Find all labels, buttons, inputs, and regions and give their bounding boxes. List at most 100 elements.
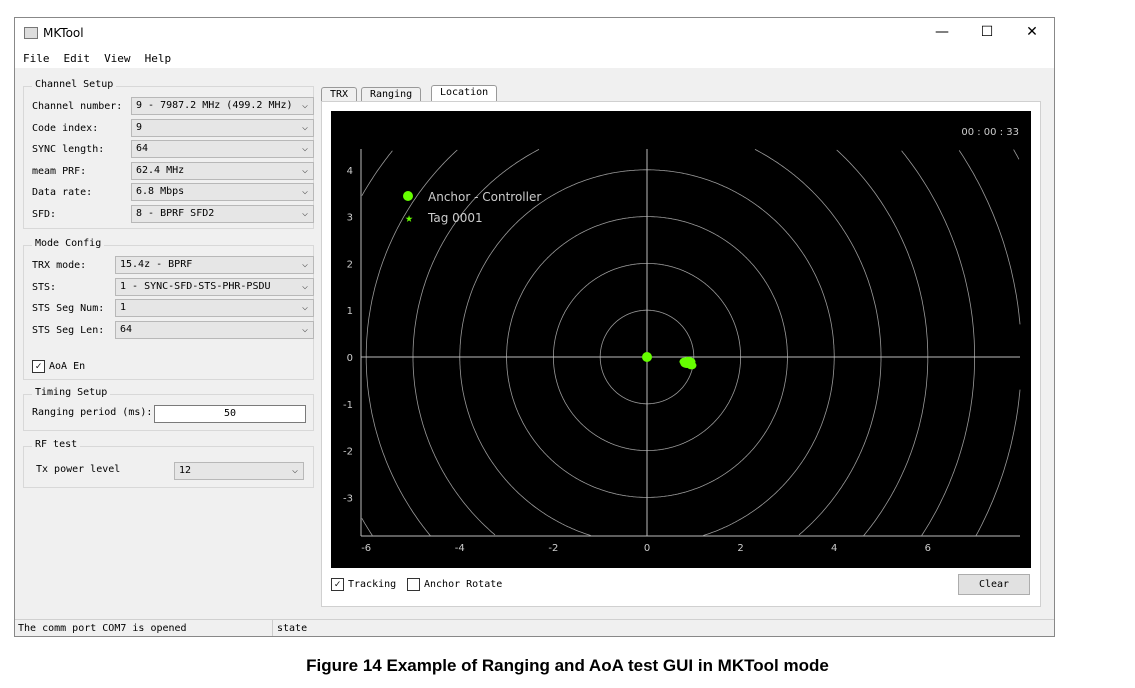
menu-view[interactable]: View xyxy=(104,52,131,65)
range-ring xyxy=(975,389,1021,536)
y-tick-label: 4 xyxy=(347,166,353,177)
menu-file[interactable]: File xyxy=(23,52,50,65)
menu-bar: File Edit View Help xyxy=(15,48,1054,68)
title-bar: MKTool — ☐ ✕ xyxy=(15,18,1054,48)
chevron-down-icon: ⌵ xyxy=(301,143,308,155)
app-window: MKTool — ☐ ✕ File Edit View Help Channel… xyxy=(14,17,1055,637)
menu-help[interactable]: Help xyxy=(145,52,172,65)
tx-power-value: 12 xyxy=(179,465,192,476)
elapsed-timer: 00 : 00 : 33 xyxy=(961,127,1019,138)
chevron-down-icon: ⌵ xyxy=(301,164,308,176)
range-ring xyxy=(361,150,393,196)
maximize-button[interactable]: ☐ xyxy=(972,24,1002,40)
channel-field-label: SFD: xyxy=(32,209,57,220)
tab-trx[interactable]: TRX xyxy=(321,87,358,102)
range-ring xyxy=(412,149,540,536)
channel-field-select[interactable]: 9 ⌵ xyxy=(131,118,314,137)
legend-anchor-icon xyxy=(403,191,413,201)
range-ring xyxy=(958,150,1021,325)
mode-field-label: STS: xyxy=(32,281,57,293)
chevron-down-icon: ⌵ xyxy=(301,259,308,270)
checkbox-icon xyxy=(407,577,420,591)
range-ring xyxy=(365,149,458,536)
x-tick-label: 0 xyxy=(644,543,650,554)
channel-field-select[interactable]: 9 - 7987.2 MHz (499.2 MHz) ⌵ xyxy=(131,97,314,115)
aoa-enable-checkbox[interactable]: ✓ AoA En xyxy=(32,357,85,376)
x-tick-label: -2 xyxy=(548,543,558,554)
anchor-rotate-checkbox[interactable]: Anchor Rotate xyxy=(407,575,502,594)
select-value: 6.8 Mbps xyxy=(136,186,185,198)
select-value: 64 xyxy=(120,323,133,335)
tag-point xyxy=(685,357,696,366)
select-value: 62.4 MHz xyxy=(136,164,185,176)
anchor-rotate-label: Anchor Rotate xyxy=(424,579,503,590)
group-title: Mode Config xyxy=(32,238,105,249)
channel-field-label: Code index: xyxy=(32,122,99,134)
mode-field-select[interactable]: 1 - SYNC-SFD-STS-PHR-PSDU ⌵ xyxy=(115,277,314,296)
chevron-down-icon: ⌵ xyxy=(301,323,308,335)
tracking-checkbox[interactable]: ✓ Tracking xyxy=(331,575,396,594)
minimize-button[interactable]: — xyxy=(927,24,957,40)
range-ring xyxy=(754,149,882,357)
channel-field-select[interactable]: 6.8 Mbps ⌵ xyxy=(131,183,314,202)
chevron-down-icon: ⌵ xyxy=(291,465,298,476)
range-ring xyxy=(921,357,975,536)
mode-field-select[interactable]: 15.4z - BPRF ⌵ xyxy=(115,256,314,274)
x-tick-label: -6 xyxy=(361,543,371,554)
checkbox-icon: ✓ xyxy=(331,577,344,591)
y-tick-label: 1 xyxy=(347,306,353,317)
y-tick-label: -2 xyxy=(343,447,353,458)
channel-field-select[interactable]: 8 - BPRF SFD2 ⌵ xyxy=(131,205,314,223)
tab-ranging[interactable]: Ranging xyxy=(361,87,422,102)
group-title: Channel Setup xyxy=(32,79,117,90)
y-tick-label: -1 xyxy=(343,400,353,411)
mode-field-label: STS Seg Len: xyxy=(32,324,105,336)
clear-button[interactable]: Clear xyxy=(958,574,1030,595)
channel-setup-group: Channel Setup Channel number: 9 - 7987.2… xyxy=(23,79,314,229)
range-ring xyxy=(863,357,929,536)
mode-field-label: TRX mode: xyxy=(32,260,87,271)
mode-field-label: STS Seg Num: xyxy=(32,303,105,315)
rf-test-group: RF test Tx power level 12 ⌵ xyxy=(23,439,314,488)
chevron-down-icon: ⌵ xyxy=(301,186,308,198)
channel-field-select[interactable]: 64 ⌵ xyxy=(131,140,314,159)
range-ring xyxy=(901,150,975,357)
select-value: 9 - 7987.2 MHz (499.2 MHz) xyxy=(136,100,293,111)
select-value: 9 xyxy=(136,121,143,133)
tracking-label: Tracking xyxy=(348,579,397,590)
chevron-down-icon: ⌵ xyxy=(301,100,308,111)
plot-canvas: -6 -4 -2 0 2 4 6 -3 -2 -1 0 1 2 3 4 ★ Anchor - Controlle… xyxy=(343,127,1021,554)
chevron-down-icon: ⌵ xyxy=(301,208,308,219)
chevron-down-icon: ⌵ xyxy=(301,302,308,314)
app-icon xyxy=(24,27,38,39)
select-value: 1 xyxy=(120,302,127,314)
select-value: 64 xyxy=(136,143,149,155)
group-title: Timing Setup xyxy=(32,387,111,398)
range-ring xyxy=(361,518,373,536)
menu-edit[interactable]: Edit xyxy=(64,52,91,65)
timing-setup-group: Timing Setup Ranging period (ms): 50 xyxy=(23,387,314,431)
x-tick-label: 2 xyxy=(737,543,743,554)
y-tick-label: -3 xyxy=(343,493,353,504)
status-message: The comm port COM7 is opened xyxy=(18,623,187,634)
legend-anchor-label: Anchor - Controller xyxy=(428,190,541,204)
channel-field-label: Channel number: xyxy=(32,101,123,112)
x-tick-label: 4 xyxy=(831,543,837,554)
y-tick-label: 0 xyxy=(347,353,353,364)
legend-tag-label: Tag 0001 xyxy=(427,211,483,225)
x-tick-label: 6 xyxy=(925,543,931,554)
channel-field-label: SYNC length: xyxy=(32,144,105,156)
tx-power-select[interactable]: 12 ⌵ xyxy=(174,462,304,480)
mode-field-select[interactable]: 64 ⌵ xyxy=(115,320,314,339)
mode-config-group: Mode Config TRX mode: 15.4z - BPRF ⌵ STS: … xyxy=(23,238,314,380)
close-button[interactable]: ✕ xyxy=(1017,24,1047,40)
select-value: 1 - SYNC-SFD-STS-PHR-PSDU xyxy=(120,280,271,292)
channel-field-select[interactable]: 62.4 MHz ⌵ xyxy=(131,161,314,180)
ranging-period-label: Ranging period (ms): xyxy=(32,407,153,418)
tx-power-label: Tx power level xyxy=(36,464,121,475)
x-tick-label: -4 xyxy=(455,543,465,554)
range-ring xyxy=(703,357,835,536)
status-bar: The comm port COM7 is opened state xyxy=(15,619,1054,636)
ranging-period-input[interactable]: 50 xyxy=(154,405,306,423)
mode-field-select[interactable]: 1 ⌵ xyxy=(115,299,314,318)
